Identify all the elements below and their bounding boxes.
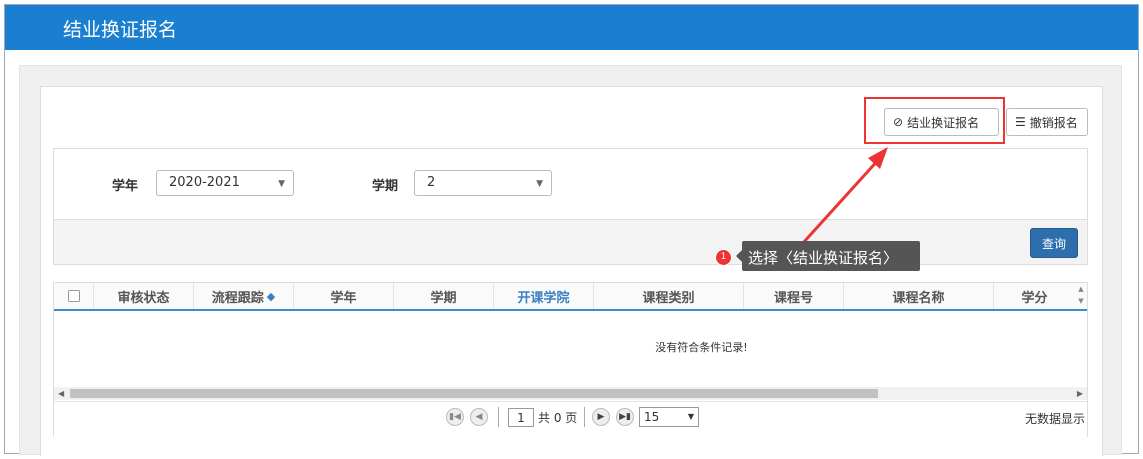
term-select-value: 2 — [427, 175, 436, 190]
step-badge: 1 — [715, 249, 732, 266]
column-header[interactable]: 学年 — [294, 283, 394, 309]
column-header[interactable]: 课程号 — [744, 283, 844, 309]
sort-icon[interactable]: ◆ — [267, 290, 275, 303]
last-page-icon[interactable]: ▶▮ — [616, 408, 634, 426]
cancel-registration-label: 撤销报名 — [1029, 115, 1078, 130]
page-size-select[interactable]: 15 ▼ — [639, 407, 699, 427]
column-header[interactable]: 学期 — [394, 283, 494, 309]
vertical-scrollbar[interactable]: ▲ ▼ — [1075, 283, 1087, 309]
scroll-left-icon[interactable]: ◀ — [58, 387, 64, 400]
content-area: ⊘ 结业换证报名 ☰ 撤销报名 学年 2020-2021 ▼ 学期 2 ▼ 查询… — [19, 65, 1122, 456]
pagination-divider — [498, 407, 499, 427]
results-table: 审核状态 流程跟踪 ◆ 学年 学期 开课学院 课程类别 课程号 课程名称 学分 … — [53, 282, 1088, 437]
instruction-callout: 选择〈结业换证报名〉 — [736, 241, 920, 271]
column-header[interactable]: 学分 — [994, 283, 1075, 309]
column-header[interactable]: 开课学院 — [494, 283, 594, 309]
year-label: 学年 — [112, 179, 139, 194]
column-header-label: 流程跟踪 — [211, 290, 264, 306]
empty-message: 没有符合条件记录! — [655, 341, 748, 354]
page-size-value: 15 — [644, 410, 660, 424]
term-label: 学期 — [372, 179, 399, 194]
prev-page-icon[interactable]: ◀ — [470, 408, 488, 426]
next-page-icon[interactable]: ▶ — [592, 408, 610, 426]
term-select[interactable]: 2 ▼ — [414, 170, 552, 196]
chevron-down-icon: ▼ — [278, 179, 285, 189]
pagination-divider — [584, 407, 585, 427]
query-button[interactable]: 查询 — [1030, 228, 1078, 258]
scroll-right-icon[interactable]: ▶ — [1077, 387, 1083, 400]
title-bar: 结业换证报名 — [5, 5, 1138, 50]
list-icon: ☰ — [1015, 115, 1026, 129]
apply-renewal-label: 结业换证报名 — [907, 115, 980, 130]
table-header: 审核状态 流程跟踪 ◆ 学年 学期 开课学院 课程类别 课程号 课程名称 学分 … — [54, 283, 1087, 311]
horizontal-scrollbar[interactable]: ◀ ▶ — [54, 387, 1087, 400]
select-all-checkbox[interactable] — [67, 290, 80, 302]
column-header[interactable]: 审核状态 — [94, 283, 194, 309]
first-page-icon[interactable]: ▮◀ — [446, 408, 464, 426]
column-header[interactable]: 课程名称 — [844, 283, 994, 309]
main-panel: ⊘ 结业换证报名 ☰ 撤销报名 学年 2020-2021 ▼ 学期 2 ▼ 查询… — [40, 86, 1103, 456]
column-header-sortable[interactable]: 流程跟踪 ◆ — [194, 283, 294, 309]
filter-panel: 学年 2020-2021 ▼ 学期 2 ▼ 查询 — [53, 148, 1088, 265]
column-header[interactable]: 课程类别 — [594, 283, 744, 309]
total-pages-text: 共 0 页 — [538, 411, 578, 425]
page-title: 结业换证报名 — [63, 19, 178, 41]
window-frame: 结业换证报名 ⊘ 结业换证报名 ☰ 撤销报名 学年 2020-2021 ▼ 学期 — [4, 4, 1139, 456]
year-select-value: 2020-2021 — [169, 175, 240, 190]
scrollbar-thumb[interactable] — [70, 389, 878, 398]
filter-action-bar: 查询 — [54, 219, 1087, 264]
page-number-input[interactable]: 1 — [508, 408, 534, 427]
cancel-registration-button[interactable]: ☰ 撤销报名 — [1006, 108, 1088, 136]
apply-renewal-button[interactable]: ⊘ 结业换证报名 — [884, 108, 999, 136]
chevron-down-icon: ▼ — [687, 412, 694, 421]
chevron-down-icon: ▼ — [536, 179, 543, 189]
pagination-bar: ▮◀ ◀ 1 共 0 页 ▶ ▶▮ 15 ▼ 无数据显示 — [54, 401, 1087, 437]
year-select[interactable]: 2020-2021 ▼ — [156, 170, 294, 196]
select-all-cell — [54, 283, 94, 309]
ban-icon: ⊘ — [893, 115, 904, 129]
pagination-info: 无数据显示 — [1024, 412, 1085, 426]
